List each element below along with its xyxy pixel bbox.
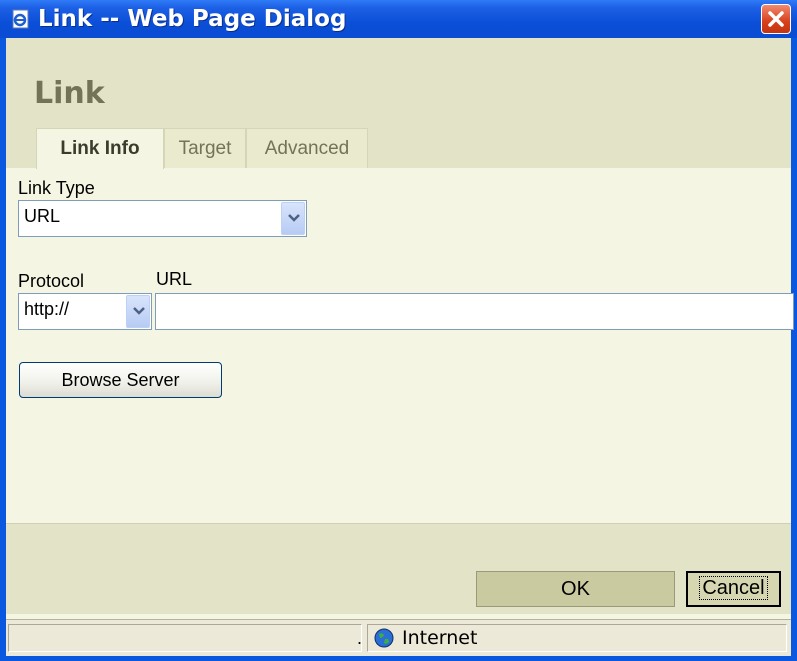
cancel-label: Cancel xyxy=(699,576,768,600)
tab-link-info[interactable]: Link Info xyxy=(36,128,164,169)
title-bar[interactable]: Link -- Web Page Dialog xyxy=(0,0,797,38)
security-zone-pane[interactable]: Internet xyxy=(367,624,787,652)
protocol-dropdown-button[interactable] xyxy=(126,295,150,328)
link-type-select[interactable]: URL xyxy=(18,200,307,237)
link-type-value: URL xyxy=(24,206,61,226)
protocol-select[interactable]: http:// xyxy=(18,293,152,330)
status-separator: . xyxy=(357,628,363,648)
url-input[interactable] xyxy=(155,293,794,330)
dialog-client: Link Link Info Target Advanced Link Type… xyxy=(6,38,794,656)
status-bar: . Internet xyxy=(6,619,791,656)
globe-icon xyxy=(374,628,394,648)
browse-server-button[interactable]: Browse Server xyxy=(19,362,222,398)
protocol-label: Protocol xyxy=(18,271,85,291)
ie-page-icon xyxy=(12,9,29,29)
cancel-button[interactable]: Cancel xyxy=(686,571,781,607)
security-zone-label: Internet xyxy=(402,627,478,649)
close-button[interactable] xyxy=(761,4,791,34)
ok-button[interactable]: OK xyxy=(476,571,675,607)
link-type-label: Link Type xyxy=(18,178,95,198)
url-label: URL xyxy=(156,269,193,289)
page-title: Link xyxy=(34,76,105,111)
tab-advanced[interactable]: Advanced xyxy=(246,128,368,168)
close-icon xyxy=(768,11,784,27)
tab-target[interactable]: Target xyxy=(164,128,246,168)
chevron-down-icon xyxy=(133,307,145,315)
chevron-down-icon xyxy=(288,214,300,222)
protocol-value: http:// xyxy=(24,299,70,319)
status-pane xyxy=(8,624,362,652)
link-type-dropdown-button[interactable] xyxy=(281,202,305,235)
dialog-window: Link -- Web Page Dialog Link Link Info T… xyxy=(0,0,797,661)
window-title: Link -- Web Page Dialog xyxy=(38,6,347,32)
